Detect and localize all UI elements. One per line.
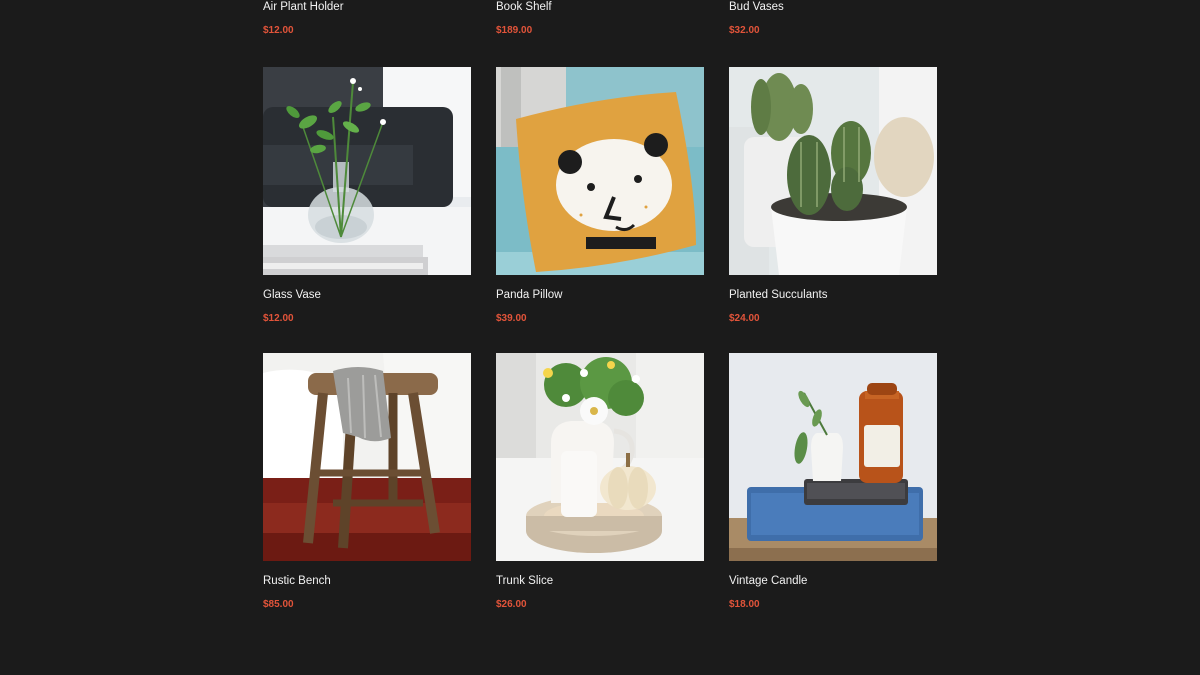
product-price: $32.00 <box>729 25 760 36</box>
product-card-planted-succulants[interactable]: Planted Succulants $24.00 <box>729 67 937 337</box>
product-card-rustic-bench[interactable]: Rustic Bench $85.00 <box>263 353 471 623</box>
product-name[interactable]: Vintage Candle <box>729 575 807 587</box>
product-name[interactable]: Book Shelf <box>496 1 552 13</box>
product-price: $12.00 <box>263 25 294 36</box>
product-name[interactable]: Trunk Slice <box>496 575 553 587</box>
product-card-vintage-candle[interactable]: Vintage Candle $18.00 <box>729 353 937 623</box>
product-price: $39.00 <box>496 313 527 324</box>
trunk-slice-image[interactable] <box>496 353 704 561</box>
product-card-air-plant-holder[interactable]: Air Plant Holder $12.00 <box>263 0 471 40</box>
product-card-trunk-slice[interactable]: Trunk Slice $26.00 <box>496 353 704 623</box>
product-price: $12.00 <box>263 313 294 324</box>
vintage-candle-image[interactable] <box>729 353 937 561</box>
product-name[interactable]: Glass Vase <box>263 289 321 301</box>
rustic-bench-image[interactable] <box>263 353 471 561</box>
product-name[interactable]: Planted Succulants <box>729 289 827 301</box>
product-card-book-shelf[interactable]: Book Shelf $189.00 <box>496 0 704 40</box>
product-price: $85.00 <box>263 599 294 610</box>
product-card-glass-vase[interactable]: Glass Vase $12.00 <box>263 67 471 337</box>
product-price: $26.00 <box>496 599 527 610</box>
product-name[interactable]: Air Plant Holder <box>263 1 344 13</box>
panda-pillow-image[interactable] <box>496 67 704 275</box>
product-price: $189.00 <box>496 25 533 36</box>
planted-succulents-image[interactable] <box>729 67 937 275</box>
product-card-panda-pillow[interactable]: Panda Pillow $39.00 <box>496 67 704 337</box>
product-name[interactable]: Bud Vases <box>729 1 784 13</box>
product-name[interactable]: Rustic Bench <box>263 575 331 587</box>
glass-vase-image[interactable] <box>263 67 471 275</box>
product-price: $24.00 <box>729 313 760 324</box>
product-name[interactable]: Panda Pillow <box>496 289 562 301</box>
product-grid-page: Air Plant Holder $12.00 Book Shelf $189.… <box>0 0 1200 675</box>
product-price: $18.00 <box>729 599 760 610</box>
product-card-bud-vases[interactable]: Bud Vases $32.00 <box>729 0 937 40</box>
